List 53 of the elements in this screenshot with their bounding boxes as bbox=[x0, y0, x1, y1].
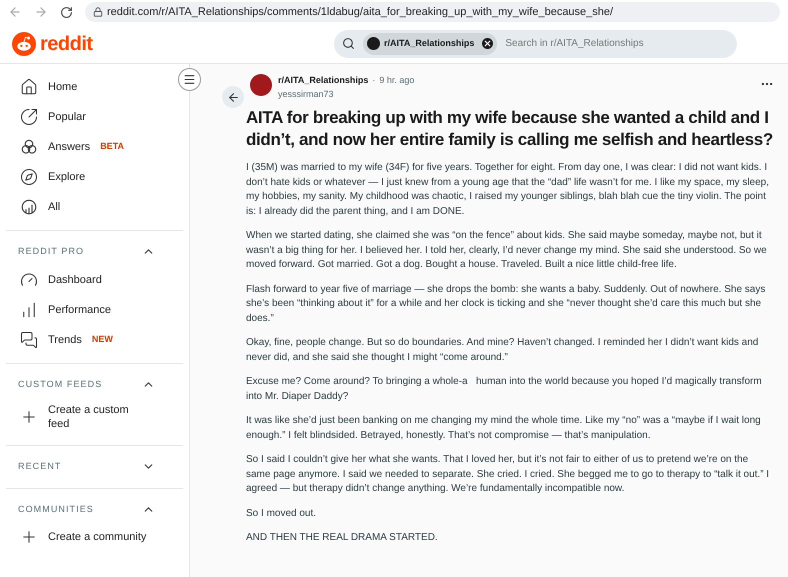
author-link[interactable]: yesssirman73 bbox=[278, 88, 754, 101]
sidebar-item[interactable]: Dashboard bbox=[48, 272, 102, 286]
sidebar-item[interactable]: Create a community bbox=[48, 530, 146, 544]
badge-label: BETA bbox=[100, 140, 124, 154]
sidebar-item[interactable]: All bbox=[48, 200, 60, 214]
lock-icon bbox=[93, 7, 103, 17]
community-chip[interactable]: r/AITA_Relationships bbox=[363, 32, 498, 54]
reload-icon[interactable] bbox=[60, 6, 73, 18]
reddit-logo-icon[interactable] bbox=[12, 32, 36, 56]
section-header[interactable]: COMMUNITIES bbox=[18, 502, 94, 516]
post-title: AITA for breaking up with my wife because she wanted a child and I didn’t, and now her entire family is calling me selfish and heartless? bbox=[246, 107, 774, 151]
gauge-icon bbox=[20, 270, 38, 288]
menu-icon bbox=[183, 73, 196, 86]
section-header[interactable]: REDDIT PRO bbox=[18, 245, 84, 258]
section-header[interactable]: RECENT bbox=[18, 460, 62, 474]
search-input[interactable]: Search in r/AITA_Relationships bbox=[505, 36, 729, 51]
address-bar[interactable]: reddit.com/r/AITA_Relationships/comments/1ldabug/aita_for_breaking_up_with_my_wife_because_she/ bbox=[85, 2, 780, 22]
chat-icon bbox=[20, 330, 38, 348]
post-paragraph: When we started dating, she claimed she was “on the fence” about kids. She said maybe someday, maybe not, but it wasn’t a big thing for her. I believed her. I told her, clearly, I’d never change my mind. She said she understood. So we moved forward. Got married. Got a dog. Bought a house. Traveled. Built a nice little child-free life. bbox=[246, 229, 768, 272]
sidebar-item[interactable]: Answers bbox=[48, 140, 90, 154]
post-time: 9 hr. ago bbox=[379, 74, 414, 87]
separator-dot: · bbox=[372, 74, 376, 87]
post-paragraph: Okay, fine, people change. But so do boundaries. And mine? Haven’t changed. I reminded her I didn’t want kids and never did, and she said she thought I might “come around.” bbox=[246, 336, 760, 364]
sidebar-item[interactable]: Trends bbox=[48, 332, 82, 346]
search-field[interactable]: r/AITA_Relationships Search in r/AITA_Relationships bbox=[334, 30, 737, 58]
close-icon[interactable] bbox=[482, 38, 494, 49]
subreddit-link[interactable]: r/AITA_Relationships bbox=[278, 74, 368, 88]
post-paragraph: I (35M) was married to my wife (34F) for five years. Together for eight. From day one, I was clear: I did not want kids. I don’t hate kids or whatever — I just knew from a young age that the “dad” life wasn’t for me. I like my space, my sleep, my hobbies, my sanity. My childhood was chaotic, I raised my younger siblings, blah blah cue the tiny violin. The point is: I already did the parent thing, and I am DONE. bbox=[246, 161, 770, 218]
chart-circle-icon bbox=[20, 198, 38, 216]
section-header[interactable]: CUSTOM FEEDS bbox=[18, 378, 102, 391]
back-button[interactable] bbox=[222, 86, 244, 108]
url-text: reddit.com/r/AITA_Relationships/comments/1ldabug/aita_for_breaking_up_with_my_wife_because_she/ bbox=[107, 4, 614, 20]
circles-icon bbox=[20, 138, 38, 156]
compass-icon bbox=[20, 168, 38, 186]
sidebar-item[interactable]: Home bbox=[48, 80, 78, 94]
post-paragraph: So I said I couldn’t give her what she wants. That I loved her, but it’s not fair to either of us to pretend we’re on the same page anymore. I said we needed to separate. She cried. I cried. She begged me to go to therapy to “talk it out.” I agreed — but therapy didn’t change anything. We’re fundamentally incompatible now. bbox=[246, 453, 770, 496]
bar-chart-icon bbox=[20, 300, 38, 318]
post-paragraph: AND THEN THE REAL DRAMA STARTED. bbox=[246, 531, 439, 545]
sidebar-item[interactable]: Performance bbox=[48, 302, 111, 316]
post-paragraph: It was like she’d just been banking on me changing my mind the whole time. Like my “no” was a “maybe if I wait long enough.” I felt blindsided. Betrayed, honestly. That’s not compromise — that’s manipulation. bbox=[246, 414, 762, 442]
post-paragraph: Flash forward to year five of marriage — she drops the bomb: she wants a baby. Suddenly. Out of nowhere. She says she’s been “thinking about it” for a while and her clock is ticking and she “never thought she’d care this much but she does.” bbox=[246, 282, 766, 326]
search-icon bbox=[342, 37, 355, 50]
home-icon bbox=[20, 78, 38, 96]
sidebar-item[interactable]: Create a custom feed bbox=[48, 403, 148, 431]
subreddit-avatar-icon[interactable] bbox=[250, 74, 272, 96]
post-paragraph: So I moved out. bbox=[246, 506, 318, 520]
badge-label: NEW bbox=[92, 332, 113, 346]
back-arrow-icon bbox=[226, 90, 240, 104]
arrow-circle-icon bbox=[20, 108, 38, 126]
sidebar-item[interactable]: Explore bbox=[48, 170, 86, 184]
community-avatar-icon bbox=[367, 37, 380, 50]
sidebar-item[interactable]: Popular bbox=[48, 110, 86, 124]
post-paragraph: Excuse me? Come around? To bringing a whole-a human into the world because you hoped I’d magically transform into Mr. Diaper Daddy? bbox=[246, 375, 763, 404]
